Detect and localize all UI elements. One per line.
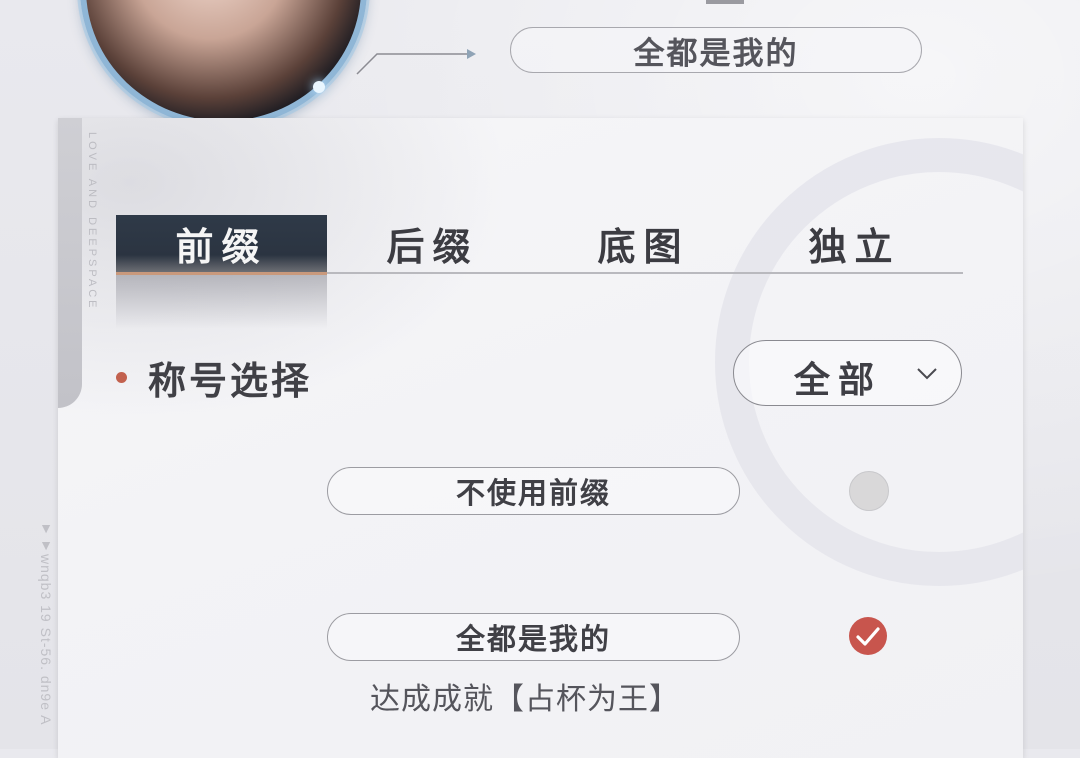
tab-standalone[interactable]: 独立	[749, 215, 960, 272]
option-source-text: 达成成就【占杯为王】	[370, 683, 680, 716]
tab-prefix[interactable]: 前缀	[116, 215, 327, 275]
title-tabs: 前缀 后缀 底图 独立	[116, 215, 963, 275]
top-divider	[706, 0, 744, 4]
filter-dropdown[interactable]: 全部	[733, 340, 962, 406]
checkmark-icon	[856, 627, 880, 646]
filter-selected-label: 全部	[794, 360, 883, 400]
brand-vertical-text: LOVE AND DEEPSPACE	[86, 132, 98, 311]
tab-suffix[interactable]: 后缀	[327, 215, 538, 272]
tab-background[interactable]: 底图	[538, 215, 749, 272]
radio-no-prefix[interactable]	[849, 471, 889, 511]
radio-all-mine[interactable]	[849, 617, 887, 655]
active-tab-glow	[116, 274, 327, 329]
option-all-mine[interactable]: 全都是我的	[327, 613, 740, 661]
section-bullet-icon	[116, 372, 127, 383]
edge-watermark: ▼▼wnqb3 19 St-56. dn9e A	[38, 520, 54, 726]
section-title: 称号选择	[148, 361, 313, 403]
title-settings-panel: LOVE AND DEEPSPACE 前缀 后缀 底图 独立 称号选择 全部 不…	[58, 118, 1023, 758]
current-title-badge: 全都是我的	[510, 27, 922, 73]
connector-arrow-icon	[356, 49, 476, 75]
side-strip	[58, 118, 82, 408]
frame-gem-icon	[313, 81, 325, 93]
option-no-prefix[interactable]: 不使用前缀	[327, 467, 740, 515]
chevron-down-icon	[917, 368, 937, 380]
